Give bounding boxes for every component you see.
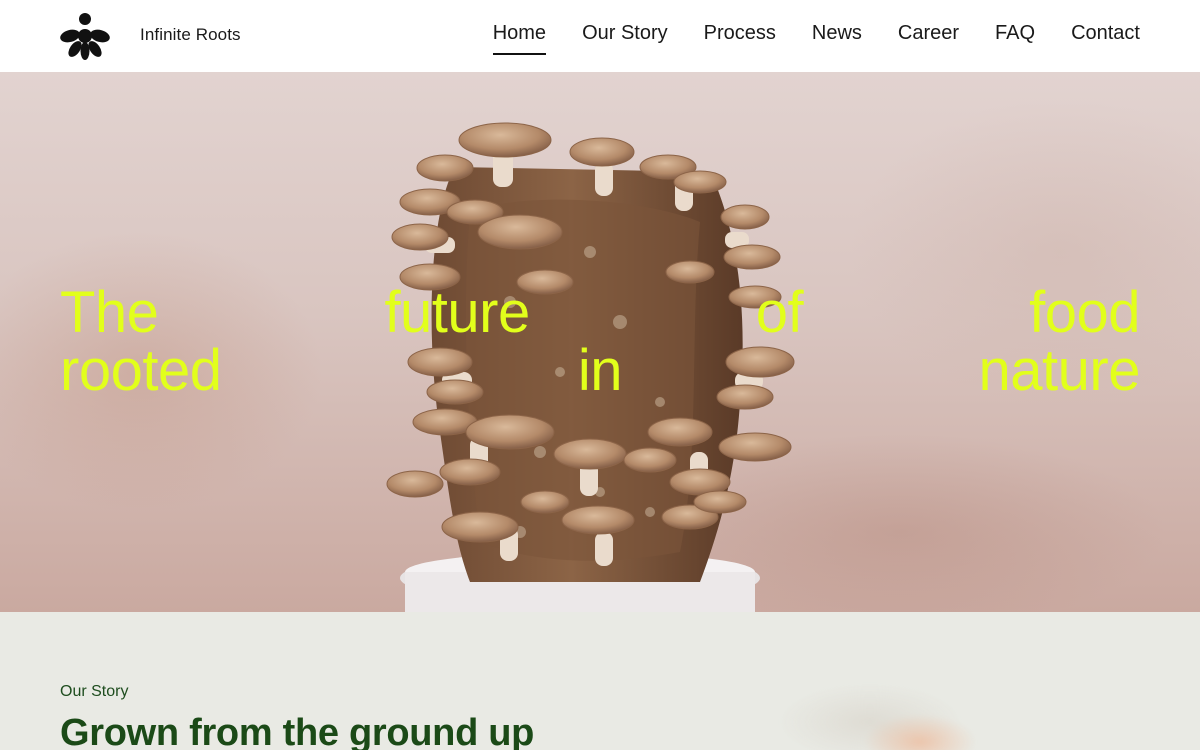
hero-headline-line-2: rooted in nature — [60, 338, 1141, 403]
section-heading: Grown from the ground up — [60, 712, 535, 750]
nav-process[interactable]: Process — [704, 21, 776, 55]
hero-word: rooted — [60, 338, 222, 403]
nav-news[interactable]: News — [812, 21, 862, 55]
hero-word: food — [1029, 280, 1140, 345]
hero-headline: The future of food rooted in nature — [60, 284, 1141, 403]
hero-headline-line-1: The future of food — [60, 284, 1140, 342]
story-image — [780, 682, 980, 750]
hero-word: nature — [978, 338, 1141, 403]
brand-name[interactable]: Infinite Roots — [140, 25, 241, 45]
section-eyebrow: Our Story — [60, 683, 129, 700]
hero-word: in — [577, 338, 623, 403]
site-header: Infinite Roots Home Our Story Process Ne… — [0, 0, 1200, 72]
hero-word: future — [384, 280, 530, 345]
nav-career[interactable]: Career — [898, 21, 959, 55]
nav-our-story[interactable]: Our Story — [582, 21, 668, 55]
main-nav: Home Our Story Process News Career FAQ C… — [492, 21, 1140, 55]
hero-section: The future of food rooted in nature — [0, 72, 1200, 612]
hero-word: The — [60, 280, 159, 345]
infinite-roots-logo-icon[interactable] — [59, 12, 111, 60]
nav-contact[interactable]: Contact — [1071, 21, 1140, 55]
nav-home[interactable]: Home — [492, 21, 547, 55]
our-story-section: Our Story Grown from the ground up — [0, 612, 1200, 750]
hero-word: of — [755, 280, 804, 345]
nav-faq[interactable]: FAQ — [995, 21, 1035, 55]
